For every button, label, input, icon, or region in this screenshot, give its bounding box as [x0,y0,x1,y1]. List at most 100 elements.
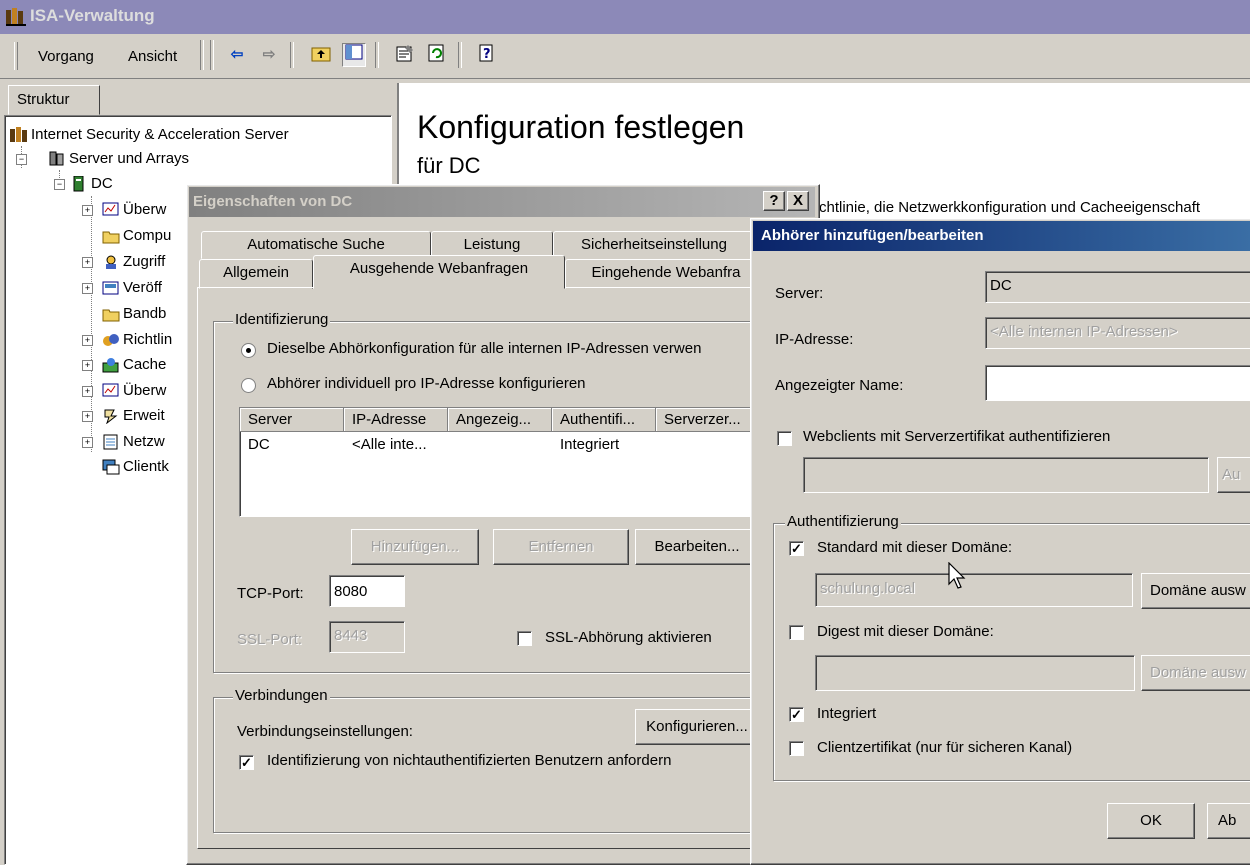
tab-allgemein[interactable]: Allgemein [199,259,313,289]
tree-expander-plus[interactable]: + [82,283,93,294]
tree-item-isa[interactable]: Internet Security & Acceleration Server [10,124,289,146]
configure-button[interactable]: Konfigurieren... [635,709,759,745]
basic-domain-button[interactable]: Domäne ausw [1141,573,1250,609]
cert-button[interactable]: Au [1217,457,1250,493]
show-hide-tree-icon[interactable] [342,43,366,67]
server-array-icon [48,151,66,167]
isa-server-icon [10,127,28,143]
isa-app-icon [6,8,26,26]
menu-vorgang[interactable]: Vorgang [38,48,94,65]
tree-label: Zugriff [123,253,166,270]
cell-server: DC [248,436,270,453]
dialog-dc-titlebar[interactable]: Eigenschaften von DC ? X [189,187,815,217]
integrated-auth-checkbox[interactable]: ✓ [789,707,804,722]
tree-label: Überw [123,382,167,399]
digest-auth-checkbox[interactable] [789,625,804,640]
radio-same-config[interactable] [241,343,256,358]
up-folder-icon[interactable] [310,44,332,66]
tree-item-child[interactable]: Zugriff [102,251,165,273]
tree-item-child[interactable]: Überw [102,199,166,221]
tree-item-child[interactable]: Bandb [102,303,166,325]
table-row[interactable]: DC <Alle inte... Integriert [240,434,800,456]
tab-struktur[interactable]: Struktur [8,85,100,115]
column-label: Angezeig... [456,411,532,428]
main-titlebar[interactable]: ISA-Verwaltung [0,0,1250,34]
tab-label: Allgemein [223,264,289,281]
tree-item-child[interactable]: Erweit [102,405,165,427]
tree-label: Veröff [123,279,162,296]
client-cert-checkbox[interactable] [789,741,804,756]
identify-unauth-label: Identifizierung von nichtauthentifiziert… [267,752,672,769]
tree-item-child[interactable]: Cache [102,354,166,376]
tree-item-child[interactable]: Richtlin [102,329,172,351]
cell-ip: <Alle inte... [352,436,427,453]
back-arrow-icon[interactable]: ⇦ [226,44,248,66]
tree-expander-minus[interactable]: − [54,179,65,190]
access-icon [102,254,120,270]
tree-item-server-arrays[interactable]: Server und Arrays [48,148,189,170]
column-header-display[interactable]: Angezeig... [448,408,552,432]
tree-expander-plus[interactable]: + [82,360,93,371]
svg-text:?: ? [483,47,491,62]
tree-expander-plus[interactable]: + [82,205,93,216]
cancel-button[interactable]: Ab [1207,803,1250,839]
server-field[interactable]: DC [985,271,1250,303]
digest-domain-button[interactable]: Domäne ausw [1141,655,1250,691]
basic-domain-field[interactable]: schulung.local [815,573,1133,607]
tree-item-child[interactable]: Veröff [102,277,162,299]
tree-item-dc[interactable]: DC [70,173,113,195]
ok-button[interactable]: OK [1107,803,1195,839]
tree-expander-plus[interactable]: + [82,437,93,448]
tree-label: Compu [123,227,172,244]
ssl-listen-checkbox[interactable] [517,631,532,646]
cert-auth-label: Webclients mit Serverzertifikat authenti… [803,428,1111,445]
edit-button[interactable]: Bearbeiten... [635,529,759,565]
refresh-icon[interactable] [426,44,448,66]
digest-domain-button-label: Domäne ausw [1150,664,1246,681]
basic-auth-checkbox[interactable]: ✓ [789,541,804,556]
tree-item-child[interactable]: Überw [102,380,166,402]
cert-field[interactable] [803,457,1209,493]
digest-domain-field[interactable] [815,655,1135,691]
menu-ansicht[interactable]: Ansicht [128,48,177,65]
forward-arrow-icon[interactable]: ⇨ [258,44,280,66]
display-name-input[interactable] [985,365,1250,401]
tree-expander-plus[interactable]: + [82,411,93,422]
help-icon[interactable]: ? [476,44,498,66]
tree-expander-minus[interactable]: − [16,154,27,165]
help-button[interactable]: ? [763,191,785,211]
column-header-auth[interactable]: Authentifi... [552,408,656,432]
column-header-server[interactable]: Server [240,408,344,432]
tab-sicherheitseinstellung[interactable]: Sicherheitseinstellung [553,231,755,259]
tree-item-child[interactable]: Clientk [102,456,169,478]
tree-expander-plus[interactable]: + [82,386,93,397]
ip-field[interactable]: <Alle internen IP-Adressen> [985,317,1250,349]
remove-button-label: Entfernen [528,538,594,555]
listener-listview[interactable]: Server IP-Adresse Angezeig... Authentifi… [239,407,801,517]
edit-button-label: Bearbeiten... [654,538,740,555]
column-header-ip[interactable]: IP-Adresse [344,408,448,432]
radio-individual-config[interactable] [241,378,256,393]
ssl-port-input[interactable]: 8443 [329,621,405,653]
toolbar-separator [210,40,214,70]
tree-item-child[interactable]: Compu [102,225,171,247]
tab-ausgehende-webanfragen[interactable]: Ausgehende Webanfragen [313,255,565,289]
tab-eingehende-webanfragen[interactable]: Eingehende Webanfra [565,259,767,289]
properties-icon[interactable] [394,44,416,66]
column-label: IP-Adresse [352,411,427,428]
dialog-listener: Abhörer hinzufügen/bearbeiten Server: DC… [750,218,1250,865]
identify-unauth-checkbox[interactable]: ✓ [239,755,254,770]
tcp-port-input[interactable]: 8080 [329,575,405,607]
basic-domain-value: schulung.local [820,580,916,597]
ok-button-label: OK [1140,812,1162,829]
page-heading: Konfiguration festlegen [417,109,745,145]
tree-expander-plus[interactable]: + [82,257,93,268]
tree-item-child[interactable]: Netzw [102,431,165,453]
remove-button[interactable]: Entfernen [493,529,629,565]
tab-label: Sicherheitseinstellung [581,236,727,253]
tree-expander-plus[interactable]: + [82,335,93,346]
dialog-listener-titlebar[interactable]: Abhörer hinzufügen/bearbeiten [753,221,1250,251]
add-button[interactable]: Hinzufügen... [351,529,479,565]
close-button[interactable]: X [787,191,809,211]
cert-auth-checkbox[interactable] [777,431,792,446]
